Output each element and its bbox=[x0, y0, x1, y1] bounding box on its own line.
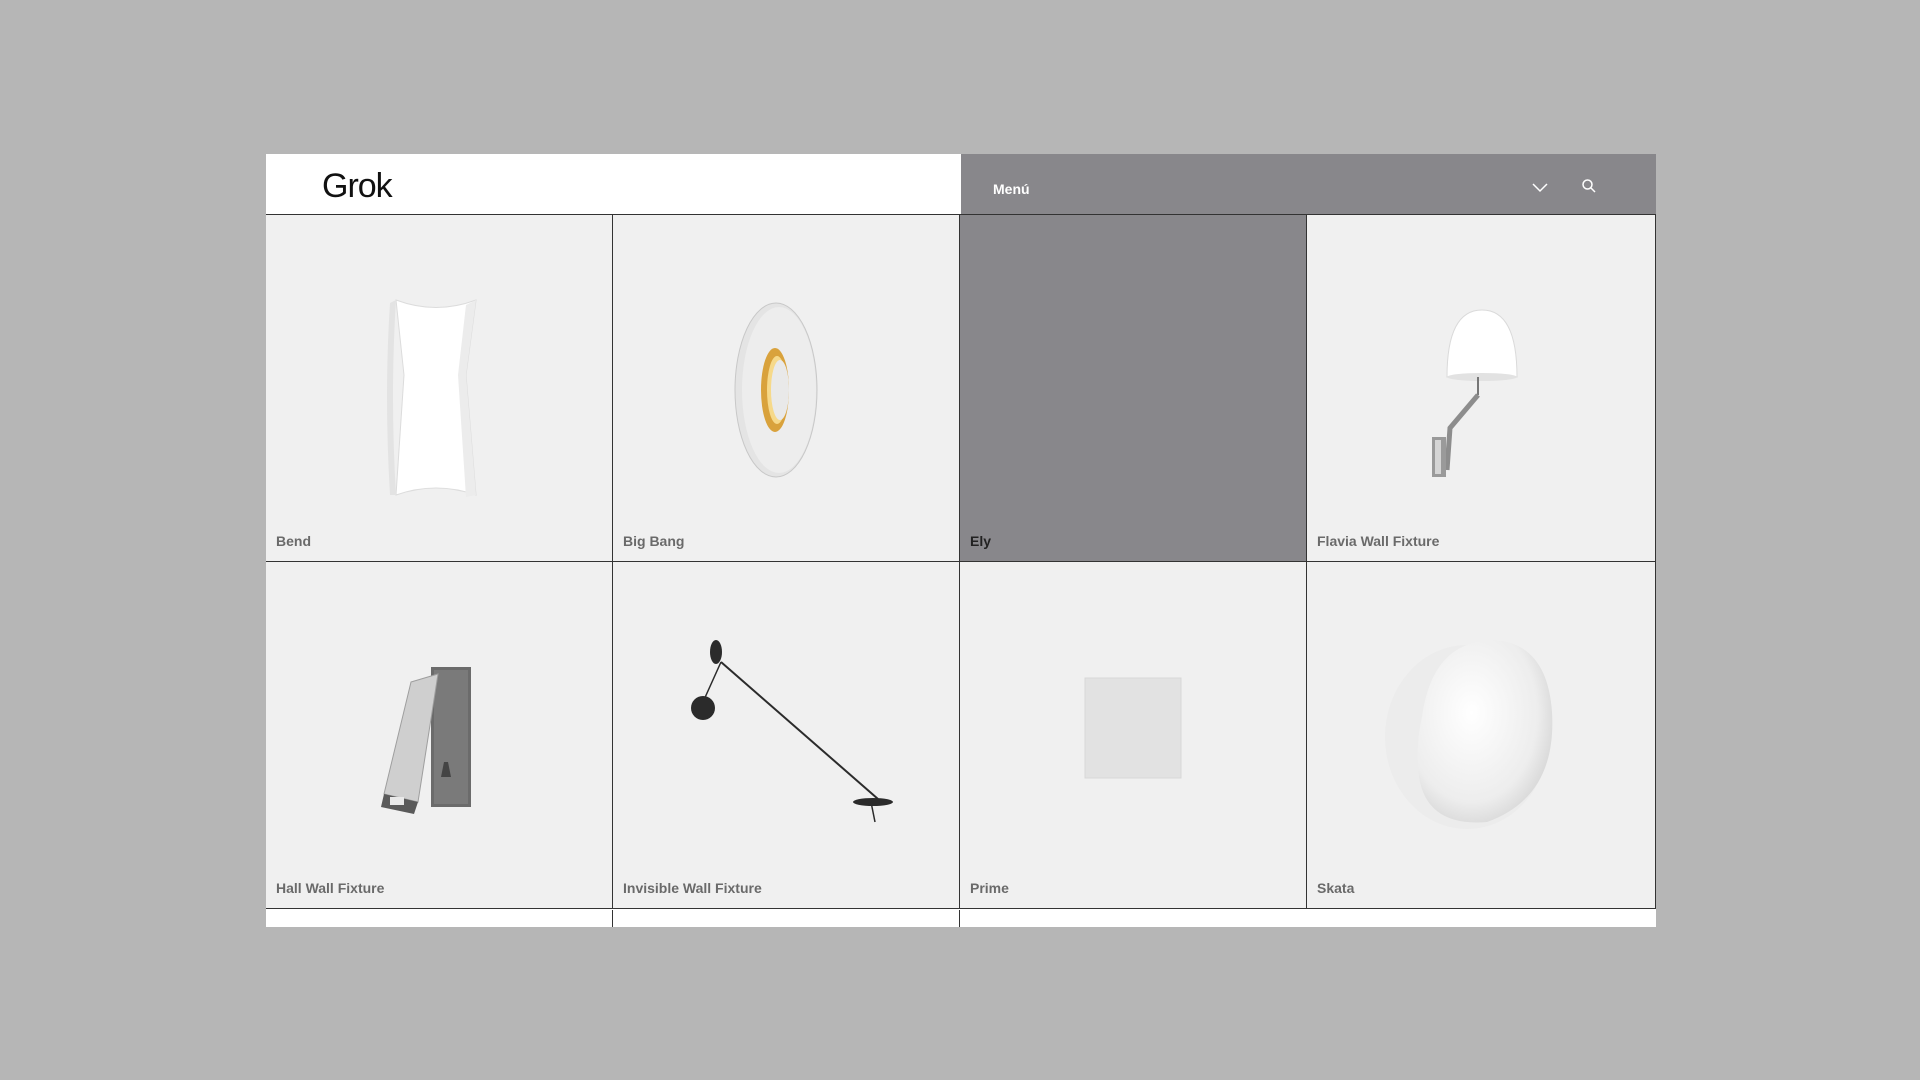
skata-lamp-image bbox=[1385, 640, 1553, 829]
big-bang-lamp-image bbox=[734, 302, 818, 478]
logo[interactable]: Grok bbox=[322, 166, 393, 206]
invisible-lamp-image bbox=[691, 640, 893, 823]
product-label: Bend bbox=[276, 533, 311, 549]
site-frame: Grok Menú Bend Big Bang Ely Flavia Wall … bbox=[266, 154, 1656, 927]
product-tile-ely[interactable]: Ely bbox=[960, 215, 1307, 562]
product-tile-skata[interactable]: Skata bbox=[1307, 562, 1656, 909]
next-row-preview bbox=[266, 910, 1656, 927]
chevron-down-icon[interactable] bbox=[1531, 180, 1549, 194]
product-tile-flavia[interactable]: Flavia Wall Fixture bbox=[1307, 215, 1656, 562]
grid-divider bbox=[612, 910, 613, 927]
search-icon[interactable] bbox=[1581, 178, 1597, 194]
product-tile-big-bang[interactable]: Big Bang bbox=[613, 215, 960, 562]
header-logo-area: Grok bbox=[266, 154, 961, 214]
bend-lamp-image bbox=[387, 299, 477, 497]
flavia-lamp-image bbox=[1432, 309, 1518, 477]
product-label: Ely bbox=[970, 533, 992, 549]
product-label: Hall Wall Fixture bbox=[276, 880, 385, 896]
product-label: Prime bbox=[970, 880, 1009, 896]
menu-button[interactable]: Menú bbox=[993, 181, 1030, 197]
product-tile-hall[interactable]: Hall Wall Fixture bbox=[266, 562, 613, 909]
hall-lamp-image bbox=[381, 667, 471, 814]
menu-bar: Menú bbox=[961, 154, 1656, 214]
site-header: Grok Menú bbox=[266, 154, 1656, 215]
product-label: Flavia Wall Fixture bbox=[1317, 533, 1440, 549]
product-tile-prime[interactable]: Prime bbox=[960, 562, 1307, 909]
product-label: Big Bang bbox=[623, 533, 685, 549]
product-label: Invisible Wall Fixture bbox=[623, 880, 762, 896]
product-tile-bend[interactable]: Bend bbox=[266, 215, 613, 562]
prime-lamp-image bbox=[1084, 677, 1182, 779]
grid-divider bbox=[959, 910, 960, 927]
product-label: Skata bbox=[1317, 880, 1355, 896]
product-tile-invisible[interactable]: Invisible Wall Fixture bbox=[613, 562, 960, 909]
